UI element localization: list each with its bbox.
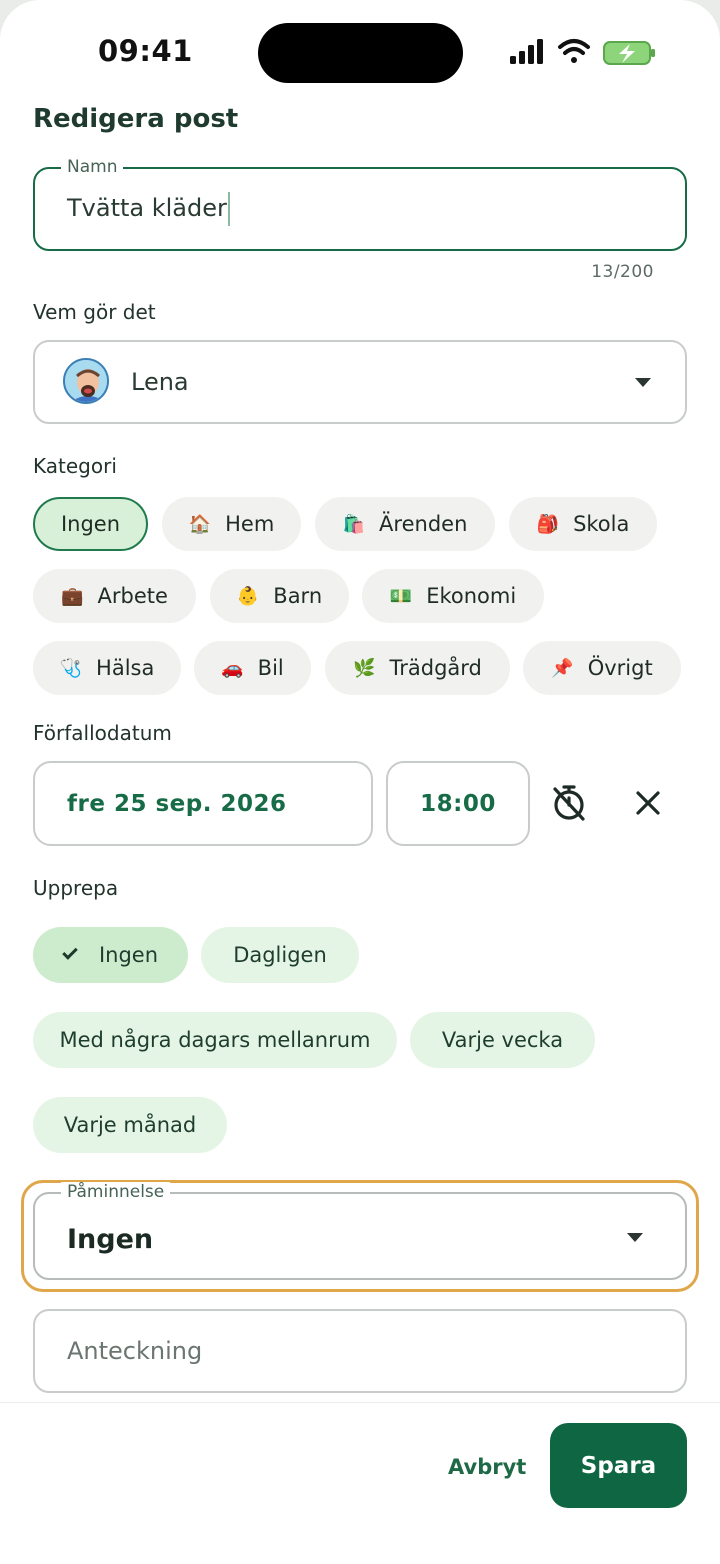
category-chip-ingen[interactable]: Ingen [33,497,148,551]
herb-icon: 🌿 [353,657,376,679]
due-time-value: 18:00 [420,790,496,817]
due-time-button[interactable]: 18:00 [386,761,530,846]
battery-charging-icon [603,41,655,65]
dollar-bill-icon: 💵 [389,585,413,607]
repeat-option-varje-vecka[interactable]: Varje vecka [410,1012,595,1068]
name-field-label: Namn [61,157,124,177]
category-chip-tradgard[interactable]: 🌿 Trädgård [325,641,510,695]
repeat-label: Upprepa [33,876,119,900]
repeat-option-dagligen[interactable]: Dagligen [201,927,359,983]
status-time: 09:41 [98,34,193,68]
category-chip-barn[interactable]: 👶 Barn [210,569,349,623]
wifi-icon [558,39,590,63]
avatar [63,358,109,404]
name-field-value: Tvätta kläder [67,194,227,222]
due-date-value: fre 25 sep. 2026 [67,790,287,817]
character-counter: 13/200 [591,262,654,282]
note-field[interactable]: Anteckning [33,1309,687,1393]
assignee-label: Vem gör det [33,300,156,324]
check-icon [62,944,78,960]
dropdown-arrow-icon [627,1233,643,1242]
category-chip-ovrigt[interactable]: 📌 Övrigt [523,641,681,695]
reminder-label: Påminnelse [61,1182,171,1202]
category-chip-skola[interactable]: 🎒 Skola [509,497,657,551]
cancel-button[interactable]: Avbryt [448,1455,526,1479]
shopping-bags-icon: 🛍️ [342,513,366,535]
edit-item-screen: 09:41 Redigera post Namn Tvätta kläder 1… [0,0,720,1564]
assignee-value: Lena [131,368,189,396]
category-chip-ekonomi[interactable]: 💵 Ekonomi [362,569,544,623]
category-chip-halsa[interactable]: 🩺 Hälsa [33,641,181,695]
pushpin-icon: 📌 [551,657,574,679]
timer-off-icon[interactable] [549,783,589,823]
save-button[interactable]: Spara [550,1423,687,1508]
repeat-option-intervall[interactable]: Med några dagars mellanrum [33,1012,397,1068]
dynamic-island [258,23,463,83]
car-icon: 🚗 [221,657,244,679]
signal-icon [510,39,543,64]
avatar-face-icon [65,360,107,402]
dropdown-arrow-icon [635,378,651,387]
reminder-value: Ingen [67,1224,154,1255]
category-chip-bil[interactable]: 🚗 Bil [194,641,311,695]
due-date-label: Förfallodatum [33,721,172,745]
stethoscope-icon: 🩺 [59,657,83,679]
category-chip-arbete[interactable]: 💼 Arbete [33,569,196,623]
category-chip-arenden[interactable]: 🛍️ Ärenden [315,497,495,551]
reminder-select[interactable]: Påminnelse Ingen [33,1182,687,1280]
page-title: Redigera post [33,104,239,134]
note-placeholder: Anteckning [67,1337,203,1365]
baby-icon: 👶 [236,585,260,607]
due-date-button[interactable]: fre 25 sep. 2026 [33,761,373,846]
category-chip-hem[interactable]: 🏠 Hem [162,497,301,551]
category-label: Kategori [33,454,117,478]
briefcase-icon: 💼 [61,585,84,607]
clear-date-icon[interactable] [634,789,662,817]
text-caret [227,192,230,226]
repeat-option-varje-manad[interactable]: Varje månad [33,1097,227,1153]
house-icon: 🏠 [188,513,212,535]
backpack-icon: 🎒 [536,513,560,535]
name-field[interactable]: Namn Tvätta kläder [33,157,687,251]
repeat-option-ingen[interactable]: Ingen [33,927,188,983]
assignee-select[interactable]: Lena [33,340,687,424]
status-icons [510,39,655,65]
